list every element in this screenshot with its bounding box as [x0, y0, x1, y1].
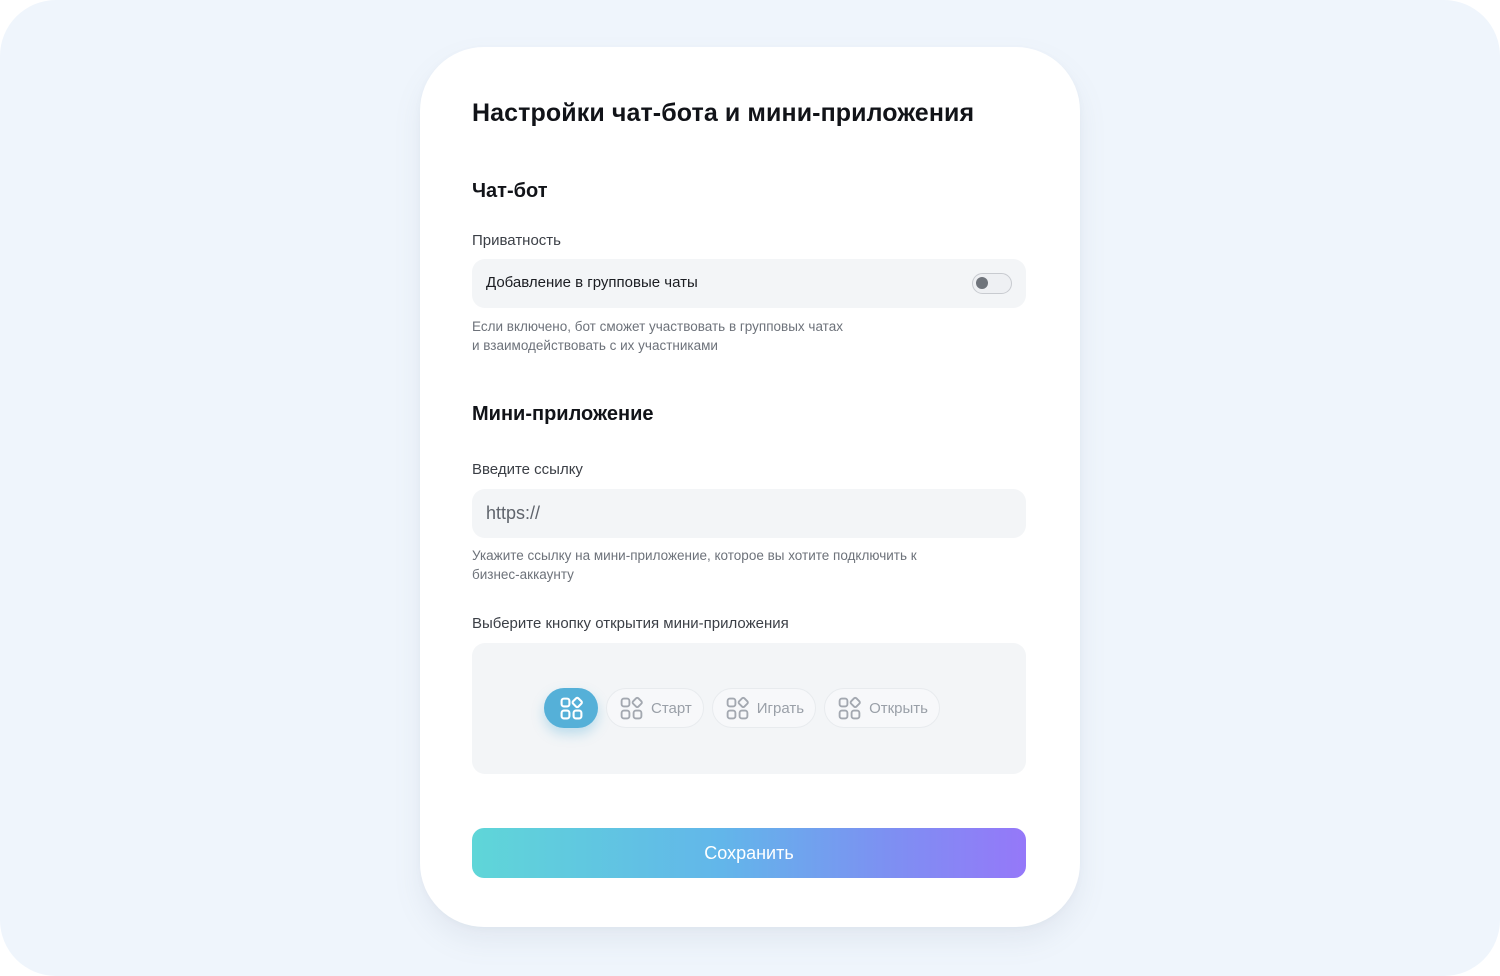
button-choice-label: Выберите кнопку открытия мини-приложения — [472, 615, 789, 632]
link-label: Введите ссылку — [472, 461, 583, 478]
settings-card: Настройки чат-бота и мини-приложения Чат… — [420, 47, 1080, 927]
link-hint-line-1: Укажите ссылку на мини-приложение, котор… — [472, 548, 917, 563]
group-chats-row[interactable]: Добавление в групповые чаты — [472, 259, 1026, 308]
apps-grid-icon — [560, 696, 583, 719]
group-chats-label: Добавление в групповые чаты — [486, 274, 698, 291]
apps-grid-icon — [620, 696, 643, 719]
button-options: Старт Играть Открыть — [544, 688, 940, 728]
group-chats-hint-line-2: и взаимодействовать с их участниками — [472, 338, 718, 353]
privacy-label: Приватность — [472, 232, 561, 249]
button-choice-panel: Старт Играть Открыть — [472, 643, 1026, 774]
link-hint-line-2: бизнес-аккаунту — [472, 567, 574, 582]
group-chats-hint-line-1: Если включено, бот сможет участвовать в … — [472, 319, 843, 334]
group-chats-hint: Если включено, бот сможет участвовать в … — [472, 317, 843, 355]
button-option-play[interactable]: Играть — [711, 688, 817, 728]
page-title: Настройки чат-бота и мини-приложения — [472, 99, 975, 127]
chatbot-section-title: Чат-бот — [472, 180, 548, 202]
button-option-start[interactable]: Старт — [606, 688, 704, 728]
group-chats-toggle[interactable] — [972, 273, 1012, 294]
button-option-play-label: Играть — [756, 699, 805, 717]
miniapp-link-input[interactable] — [472, 489, 1026, 538]
link-hint: Укажите ссылку на мини-приложение, котор… — [472, 546, 917, 584]
button-option-open-label: Открыть — [869, 699, 928, 717]
button-option-open[interactable]: Открыть — [824, 688, 940, 728]
apps-grid-icon — [726, 696, 749, 719]
toggle-knob — [976, 277, 988, 289]
miniapp-section-title: Мини-приложение — [472, 403, 654, 425]
save-button[interactable]: Сохранить — [472, 828, 1026, 878]
button-option-icon[interactable] — [544, 688, 598, 728]
apps-grid-icon — [838, 696, 861, 719]
button-option-start-label: Старт — [651, 699, 692, 717]
